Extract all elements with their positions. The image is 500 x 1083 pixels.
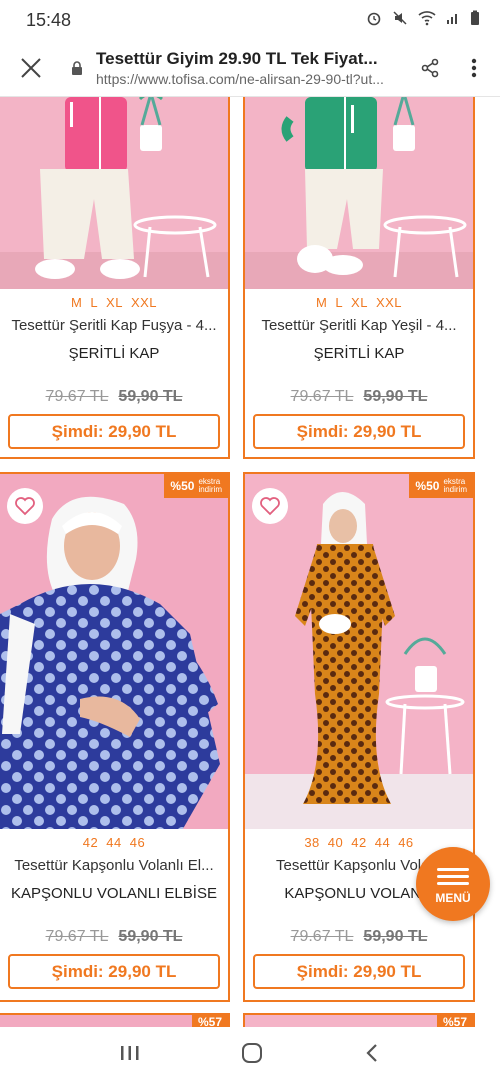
price-row: 79.67 TL 59,90 TL xyxy=(0,928,228,946)
back-button[interactable] xyxy=(363,1042,381,1069)
page-title: Tesettür Giyim 29.90 TL Tek Fiyat... xyxy=(96,49,378,68)
product-image[interactable]: %57 xyxy=(0,1015,228,1027)
favorite-button[interactable] xyxy=(252,488,288,524)
product-name[interactable]: Tesettür Şeritli Kap Yeşil - 4... xyxy=(245,317,473,334)
price-row: 79.67 TL 59,90 TL xyxy=(245,388,473,406)
product-image[interactable] xyxy=(245,97,473,289)
old-price: 79.67 TL xyxy=(45,928,109,945)
old-price: 79.67 TL xyxy=(45,388,109,405)
system-nav-bar xyxy=(0,1027,500,1083)
recent-apps-icon xyxy=(121,1045,139,1060)
product-subtitle: ŞERİTLİ KAP xyxy=(68,345,160,362)
product-card[interactable]: M L XL XXL Tesettür Şeritli Kap Yeşil - 4..… xyxy=(243,97,475,459)
more-vert-icon xyxy=(471,58,477,78)
home-button[interactable] xyxy=(240,1041,264,1070)
close-icon xyxy=(21,58,41,78)
menu-button[interactable]: MENÜ xyxy=(416,847,490,921)
now-price-button[interactable]: Şimdi: 29,90 TL xyxy=(253,414,465,449)
wifi-icon xyxy=(418,10,436,30)
size-list: M L XL XXL xyxy=(315,295,403,310)
more-options-button[interactable] xyxy=(452,58,496,78)
lock-icon xyxy=(62,60,92,76)
page-url: https://www.tofisa.com/ne-alirsan-29-90-… xyxy=(96,71,384,87)
discount-badge: %50 ekstra indirim xyxy=(409,474,473,498)
old-price-2: 59,90 TL xyxy=(118,388,183,405)
product-image[interactable]: %50 ekstra indirim xyxy=(0,474,228,829)
old-price: 79.67 TL xyxy=(290,928,354,945)
product-subtitle: ŞERİTLİ KAP xyxy=(313,345,405,362)
battery-icon xyxy=(470,10,480,30)
favorite-button[interactable] xyxy=(7,488,43,524)
share-icon xyxy=(421,58,439,78)
product-name[interactable]: Tesettür Şeritli Kap Fuşya - 4... xyxy=(0,317,228,334)
now-price-button[interactable]: Şimdi: 29,90 TL xyxy=(253,954,465,989)
product-image[interactable]: %50 ekstra indirim xyxy=(245,474,473,829)
product-card[interactable]: %57 xyxy=(243,1013,475,1027)
share-button[interactable] xyxy=(408,58,452,78)
old-price: 79.67 TL xyxy=(290,388,354,405)
menu-label: MENÜ xyxy=(435,890,471,905)
old-price-2: 59,90 TL xyxy=(363,928,428,945)
product-image[interactable] xyxy=(0,97,228,289)
price-row: 79.67 TL 59,90 TL xyxy=(245,928,473,946)
heart-icon xyxy=(15,497,35,516)
product-subtitle: KAPŞONLU VOLANLI ELBİSE xyxy=(11,885,217,902)
old-price-2: 59,90 TL xyxy=(363,388,428,405)
home-icon xyxy=(241,1042,262,1063)
recent-apps-button[interactable] xyxy=(119,1043,141,1068)
price-row: 79.67 TL 59,90 TL xyxy=(0,388,228,406)
status-bar: 15:48 xyxy=(0,0,500,40)
product-card[interactable]: %50 ekstra indirim 42 44 46 Tesettür Kapşon… xyxy=(0,472,230,1002)
discount-badge: %57 xyxy=(436,1015,473,1027)
product-card[interactable]: %50 ekstra indirim 38 40 42 44 46 Tesettür Ka… xyxy=(243,472,475,1002)
signal-icon xyxy=(446,11,460,29)
heart-icon xyxy=(260,497,280,516)
product-card[interactable]: %57 xyxy=(0,1013,230,1027)
close-tab-button[interactable] xyxy=(0,40,62,97)
mute-icon xyxy=(392,10,408,30)
status-icons xyxy=(366,10,480,30)
alarm-icon xyxy=(366,10,382,30)
discount-badge: %57 xyxy=(191,1015,228,1027)
now-price-button[interactable]: Şimdi: 29,90 TL xyxy=(8,954,220,989)
size-list: M L XL XXL xyxy=(70,295,158,310)
hamburger-icon xyxy=(437,864,469,889)
status-time: 15:48 xyxy=(26,9,72,30)
now-price-button[interactable]: Şimdi: 29,90 TL xyxy=(8,414,220,449)
product-name[interactable]: Tesettür Kapşonlu Volanlı El... xyxy=(0,857,228,874)
product-image[interactable]: %57 xyxy=(245,1015,473,1027)
discount-badge: %50 ekstra indirim xyxy=(164,474,228,498)
browser-toolbar: Tesettür Giyim 29.90 TL Tek Fiyat... htt… xyxy=(0,40,500,97)
old-price-2: 59,90 TL xyxy=(118,928,183,945)
product-card[interactable]: M L XL XXL Tesettür Şeritli Kap Fuşya - 4..… xyxy=(0,97,230,459)
size-list: 38 40 42 44 46 xyxy=(304,835,414,850)
back-icon xyxy=(366,1043,377,1062)
address-bar[interactable]: Tesettür Giyim 29.90 TL Tek Fiyat... htt… xyxy=(92,49,408,87)
size-list: 42 44 46 xyxy=(82,835,146,850)
